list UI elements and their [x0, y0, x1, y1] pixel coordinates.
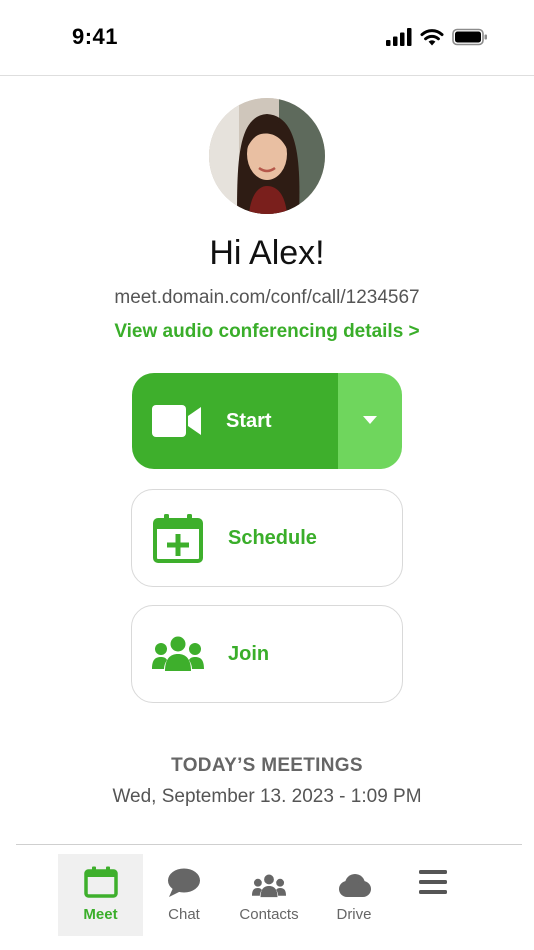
start-label: Start: [226, 409, 272, 432]
bottom-tab-bar: Meet Chat Contacts Drive: [0, 854, 534, 936]
cellular-signal-icon: [386, 28, 412, 51]
meetings-date: Wed, September 13. 2023 - 1:09 PM: [112, 786, 422, 807]
start-options-dropdown[interactable]: [338, 373, 402, 469]
wifi-icon: [420, 28, 444, 51]
group-users-icon: [152, 636, 204, 672]
tab-contacts-label: Contacts: [239, 906, 299, 923]
join-button[interactable]: Join: [131, 605, 403, 703]
tab-drive[interactable]: Drive: [320, 854, 388, 936]
status-time: 9:41: [72, 24, 119, 49]
tab-contacts[interactable]: Contacts: [230, 854, 308, 936]
calendar-icon: [83, 854, 118, 898]
tab-meet-label: Meet: [83, 906, 118, 923]
status-bar: 9:41: [0, 0, 534, 76]
caret-down-icon: [362, 412, 378, 430]
video-camera-icon: [152, 404, 202, 438]
tab-chat[interactable]: Chat: [150, 854, 218, 936]
tab-drive-label: Drive: [336, 906, 372, 923]
join-label: Join: [228, 642, 270, 665]
calendar-plus-icon: [152, 513, 204, 563]
avatar[interactable]: [209, 98, 325, 214]
conference-url: meet.domain.com/conf/call/1234567: [114, 287, 420, 308]
start-button[interactable]: Start: [132, 373, 338, 469]
battery-icon: [452, 28, 488, 51]
start-button-group: Start: [132, 373, 402, 469]
cloud-icon: [337, 854, 371, 898]
hamburger-menu-icon: [418, 854, 448, 910]
greeting-title: Hi Alex!: [209, 234, 325, 272]
tab-more-menu[interactable]: [400, 854, 466, 936]
todays-meetings-heading: TODAY’S MEETINGS: [171, 755, 363, 776]
tab-meet[interactable]: Meet: [58, 854, 143, 936]
audio-conferencing-link[interactable]: View audio conferencing details >: [0, 321, 534, 343]
contacts-icon: [252, 854, 286, 898]
schedule-button[interactable]: Schedule: [131, 489, 403, 587]
chat-bubble-icon: [167, 854, 201, 898]
tab-bar-divider: [16, 844, 522, 845]
tab-chat-label: Chat: [168, 906, 200, 923]
status-icons: [386, 28, 488, 51]
schedule-label: Schedule: [228, 526, 317, 549]
